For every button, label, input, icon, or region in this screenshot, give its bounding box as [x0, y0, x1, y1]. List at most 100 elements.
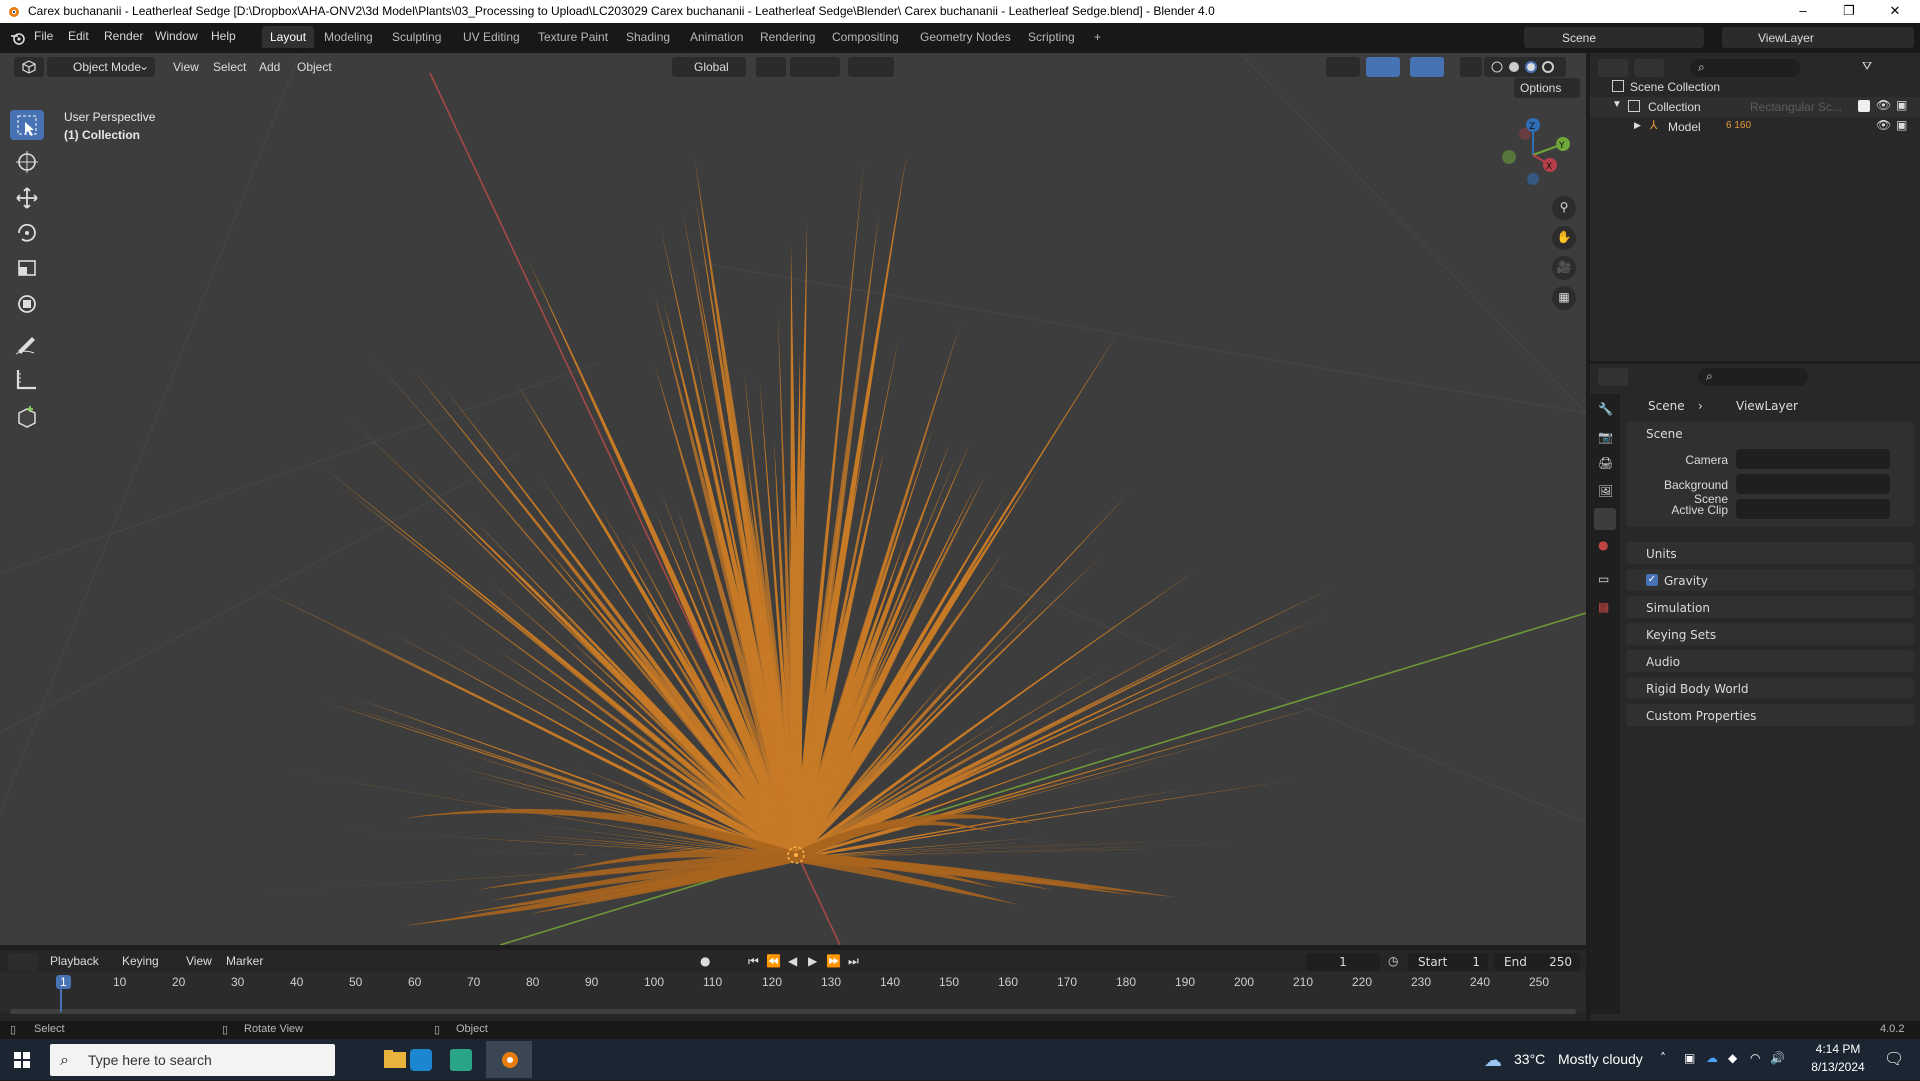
zoom-icon[interactable]: ⚲ [1552, 196, 1576, 220]
editor-type-button[interactable] [14, 57, 44, 77]
timeline-editor-type-button[interactable] [8, 953, 38, 971]
gizmo-toggle-button[interactable] [1366, 57, 1400, 77]
viewport-menu-add[interactable]: Add [253, 57, 286, 77]
tab-layout[interactable]: Layout [262, 26, 314, 48]
transform-orientation-dropdown[interactable]: Global [672, 57, 746, 77]
wifi-icon[interactable]: ◠ [1750, 1051, 1760, 1065]
properties-search-input[interactable]: ⌕ [1698, 368, 1808, 386]
tab-geometry-nodes[interactable]: Geometry Nodes [912, 26, 1019, 48]
shortcut-taskbar-icon[interactable] [400, 1043, 442, 1077]
weather-cloud-icon[interactable]: ☁ [1484, 1050, 1502, 1071]
record-icon[interactable]: ● [700, 954, 710, 968]
end-frame-field[interactable]: End 250 [1494, 953, 1580, 971]
maximize-button[interactable]: ❐ [1826, 0, 1872, 23]
annotate-tool[interactable] [10, 329, 44, 359]
3d-viewport[interactable]: Object Mode ⌄ View Select Add Object Glo… [0, 53, 1586, 945]
filter-icon[interactable]: ⛛ [1862, 59, 1892, 77]
clock-date[interactable]: 8/13/2024 [1804, 1060, 1872, 1074]
camera-field[interactable] [1736, 449, 1890, 469]
render-tab-icon[interactable]: 📷 [1598, 430, 1613, 444]
cursor-tool[interactable] [10, 147, 44, 177]
object-mode-dropdown[interactable]: Object Mode ⌄ [47, 57, 155, 77]
viewport-scene[interactable] [0, 53, 1586, 945]
tool-tab-icon[interactable]: 🔧 [1598, 402, 1613, 416]
navigation-gizmo[interactable]: Z Y X [1495, 113, 1575, 193]
jump-end-icon[interactable]: ⏭ [848, 954, 859, 969]
tab-scripting[interactable]: Scripting [1020, 26, 1083, 48]
timeline-menu-marker[interactable]: Marker [220, 951, 269, 971]
add-workspace-button[interactable]: + [1086, 26, 1109, 48]
notification-icon[interactable]: 🗨 [1884, 1049, 1904, 1068]
proportional-editing-button[interactable] [848, 57, 894, 77]
dropbox-icon[interactable]: ◆ [1728, 1051, 1737, 1065]
eye-icon[interactable]: 👁 [1876, 98, 1891, 112]
camera-render-icon[interactable]: ▣ [1896, 118, 1907, 132]
panel-custom-properties[interactable]: Custom Properties [1626, 704, 1914, 726]
tray-app-icon[interactable]: ▣ [1684, 1051, 1695, 1065]
blender-taskbar-icon[interactable] [486, 1041, 532, 1078]
timeline-menu-keying[interactable]: Keying [116, 951, 165, 971]
timeline-menu-view[interactable]: View [180, 951, 218, 971]
tab-sculpting[interactable]: Sculpting [384, 26, 449, 48]
onedrive-icon[interactable]: ☁ [1706, 1051, 1718, 1065]
tab-animation[interactable]: Animation [682, 26, 751, 48]
next-keyframe-icon[interactable]: ⏩ [826, 954, 841, 968]
rotate-tool[interactable] [10, 218, 44, 248]
weather-temp[interactable]: 33°C [1514, 1051, 1545, 1067]
scale-tool[interactable] [10, 253, 44, 283]
add-cube-tool[interactable] [10, 403, 44, 433]
properties-editor-type-button[interactable] [1598, 368, 1628, 386]
outliner-display-mode-button[interactable] [1634, 59, 1664, 77]
blender-menu-icon[interactable] [10, 31, 26, 45]
camera-view-icon[interactable]: 🎥 [1552, 256, 1576, 280]
tab-modeling[interactable]: Modeling [316, 26, 381, 48]
active-clip-field[interactable] [1736, 499, 1890, 519]
current-frame-field[interactable]: 1 [1306, 953, 1380, 971]
menu-edit[interactable]: Edit [68, 29, 89, 43]
tab-rendering[interactable]: Rendering [752, 26, 823, 48]
measure-tool[interactable] [10, 364, 44, 394]
tab-uv-editing[interactable]: UV Editing [455, 26, 528, 48]
panel-rigid-body-world[interactable]: Rigid Body World [1626, 677, 1914, 699]
xray-toggle-button[interactable] [1460, 57, 1482, 77]
view-layer-tab-icon[interactable]: 🖼 [1598, 484, 1613, 498]
tab-shading[interactable]: Shading [618, 26, 678, 48]
eye-icon[interactable]: 👁 [1876, 118, 1891, 132]
exclude-checkbox[interactable] [1858, 100, 1870, 112]
viewport-menu-view[interactable]: View [167, 57, 205, 77]
menu-file[interactable]: File [34, 29, 53, 43]
weather-desc[interactable]: Mostly cloudy [1558, 1051, 1643, 1067]
tab-texture-paint[interactable]: Texture Paint [530, 26, 616, 48]
move-tool[interactable] [10, 183, 44, 213]
volume-icon[interactable]: 🔊 [1770, 1051, 1785, 1065]
scene-panel-header[interactable]: Scene [1646, 427, 1683, 441]
panel-simulation[interactable]: Simulation [1626, 596, 1914, 618]
playhead-frame[interactable]: 1 [56, 975, 71, 989]
pivot-point-button[interactable] [756, 57, 786, 77]
app-taskbar-icon[interactable] [440, 1043, 482, 1077]
outliner-row-model[interactable]: ▶ ⅄ Model 6 160 👁 ▣ [1590, 117, 1920, 137]
collection-tab-icon[interactable]: ▭ [1598, 572, 1609, 586]
prev-keyframe-icon[interactable]: ⏪ [766, 954, 781, 968]
minimize-button[interactable]: – [1780, 0, 1826, 23]
overlay-toggle-button[interactable] [1410, 57, 1444, 77]
options-dropdown[interactable]: Options [1514, 78, 1580, 98]
viewlayer-selector[interactable]: ViewLayer [1722, 27, 1914, 48]
perspective-toggle-icon[interactable]: ▦ [1552, 286, 1576, 310]
sedge-model[interactable] [255, 151, 1338, 926]
panel-keying-sets[interactable]: Keying Sets [1626, 623, 1914, 645]
transform-tool[interactable] [10, 289, 44, 319]
outliner-editor-type-button[interactable] [1598, 59, 1628, 77]
viewport-menu-object[interactable]: Object [291, 57, 338, 77]
play-icon[interactable]: ▶ [808, 954, 817, 968]
windows-start-icon[interactable] [14, 1052, 30, 1068]
menu-help[interactable]: Help [211, 29, 236, 43]
outliner-row-scene-collection[interactable]: Scene Collection [1590, 77, 1920, 97]
tray-chevron-icon[interactable]: ˄ [1660, 1051, 1666, 1065]
outliner-search-input[interactable]: ⌕ [1690, 59, 1800, 77]
play-reverse-icon[interactable]: ◀ [788, 954, 797, 968]
timeline-scrollbar[interactable] [10, 1009, 1576, 1014]
menu-render[interactable]: Render [104, 29, 143, 43]
camera-render-icon[interactable]: ▣ [1896, 98, 1907, 112]
close-button[interactable]: ✕ [1872, 0, 1918, 23]
